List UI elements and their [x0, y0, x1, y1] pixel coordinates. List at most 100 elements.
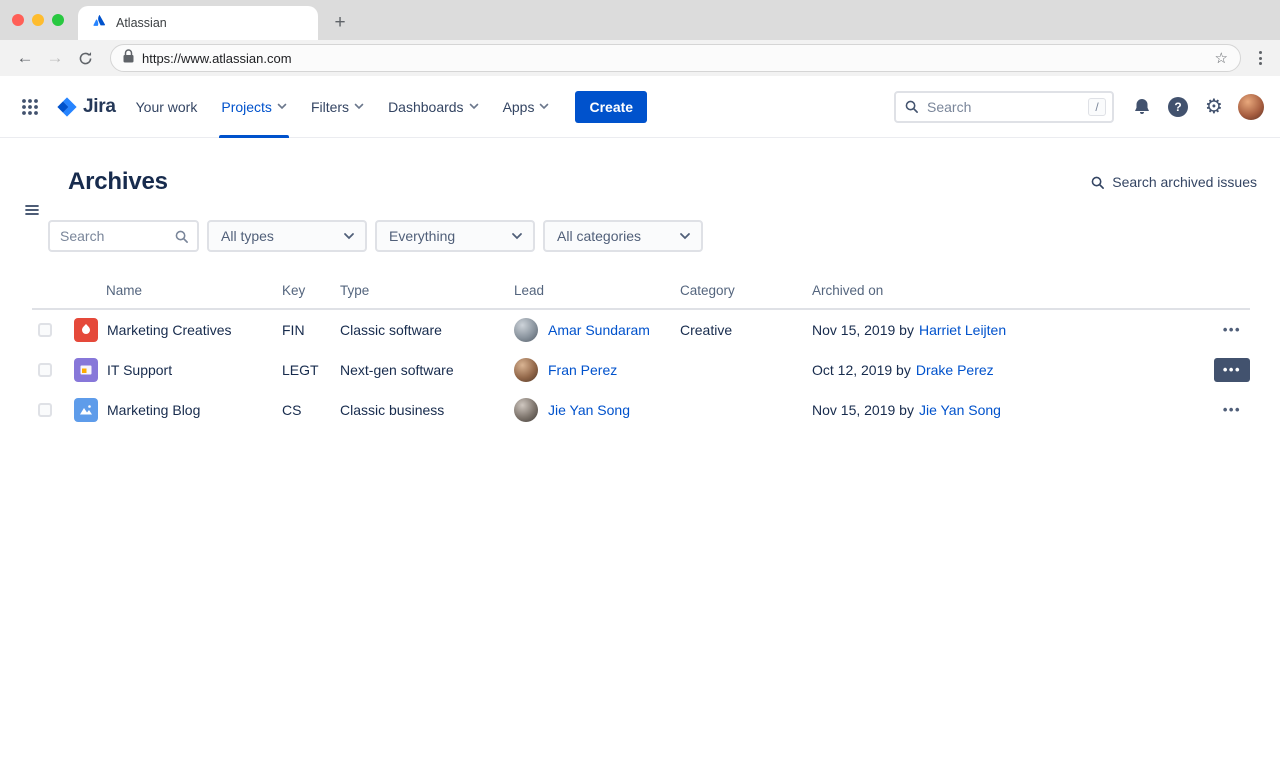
- browser-toolbar: ← → https://www.atlassian.com ☆: [0, 40, 1280, 76]
- bookmark-star-icon[interactable]: ☆: [1215, 49, 1228, 67]
- nav-filters[interactable]: Filters: [299, 76, 376, 138]
- project-icon: [74, 358, 98, 382]
- row-checkbox[interactable]: [38, 403, 52, 417]
- jira-top-nav: Jira Your work Projects Filters Dashboar…: [0, 76, 1280, 138]
- nav-apps[interactable]: Apps: [491, 76, 562, 138]
- search-archived-issues-link[interactable]: Search archived issues: [1090, 174, 1257, 190]
- project-type: Classic business: [340, 402, 514, 418]
- archived-by-link[interactable]: Jie Yan Song: [919, 402, 1001, 418]
- project-icon: [74, 398, 98, 422]
- back-button[interactable]: ←: [12, 45, 38, 71]
- scope-filter-dropdown[interactable]: Everything: [375, 220, 535, 252]
- archived-date: Nov 15, 2019 by: [812, 322, 914, 338]
- project-name[interactable]: Marketing Creatives: [107, 322, 232, 338]
- project-key: FIN: [282, 322, 340, 338]
- chevron-down-icon: [277, 103, 287, 110]
- refresh-button[interactable]: [72, 45, 98, 71]
- nav-your-work[interactable]: Your work: [124, 76, 210, 138]
- type-filter-dropdown[interactable]: All types: [207, 220, 367, 252]
- global-search-input[interactable]: [925, 98, 1082, 116]
- lock-icon: [123, 49, 134, 68]
- jira-logo[interactable]: Jira: [56, 96, 116, 118]
- more-actions-button[interactable]: [1214, 318, 1250, 341]
- page-header: Archives Search archived issues: [68, 168, 1257, 196]
- search-icon: [1090, 175, 1105, 190]
- lead-link[interactable]: Amar Sundaram: [548, 322, 650, 338]
- archived-by-link[interactable]: Drake Perez: [916, 362, 994, 378]
- filters-bar: All types Everything All categories: [48, 220, 1280, 252]
- lead-avatar: [514, 398, 538, 422]
- chevron-down-icon: [679, 232, 691, 240]
- browser-tab[interactable]: Atlassian: [78, 6, 318, 40]
- project-icon: [74, 318, 98, 342]
- archives-page: Archives Search archived issues All type…: [0, 168, 1280, 769]
- page-title: Archives: [68, 168, 168, 196]
- nav-utility-icons: ? ⚙: [1126, 91, 1230, 123]
- project-category: Creative: [680, 322, 812, 338]
- archived-on-cell: Nov 15, 2019 by Jie Yan Song: [812, 402, 1194, 418]
- lead-avatar: [514, 358, 538, 382]
- project-type: Classic software: [340, 322, 514, 338]
- chevron-down-icon: [354, 103, 364, 110]
- zoom-window-button[interactable]: [52, 14, 64, 26]
- row-checkbox[interactable]: [38, 323, 52, 337]
- column-header-name[interactable]: Name: [74, 283, 282, 298]
- project-key: CS: [282, 402, 340, 418]
- column-header-category[interactable]: Category: [680, 283, 812, 298]
- table-row[interactable]: IT Support LEGT Next-gen software Fran P…: [32, 350, 1250, 390]
- browser-menu-icon[interactable]: [1253, 45, 1268, 71]
- chevron-down-icon: [469, 103, 479, 110]
- column-header-key[interactable]: Key: [282, 283, 340, 298]
- notifications-bell-icon[interactable]: [1126, 91, 1158, 123]
- browser-window: Atlassian + ← → https://www.atlassian.co…: [0, 0, 1280, 739]
- profile-avatar[interactable]: [1238, 94, 1264, 120]
- row-checkbox[interactable]: [38, 363, 52, 377]
- url-text: https://www.atlassian.com: [142, 51, 1207, 66]
- create-button[interactable]: Create: [575, 91, 647, 123]
- new-tab-button[interactable]: +: [326, 9, 354, 37]
- forward-button[interactable]: →: [42, 45, 68, 71]
- project-type: Next-gen software: [340, 362, 514, 378]
- project-name[interactable]: IT Support: [107, 362, 172, 378]
- tab-strip: Atlassian +: [0, 0, 1280, 40]
- archived-on-cell: Nov 15, 2019 by Harriet Leijten: [812, 322, 1194, 338]
- lead-link[interactable]: Jie Yan Song: [548, 402, 630, 418]
- jira-logo-text: Jira: [83, 96, 116, 118]
- lead-avatar: [514, 318, 538, 342]
- address-bar[interactable]: https://www.atlassian.com ☆: [110, 44, 1241, 72]
- column-header-lead[interactable]: Lead: [514, 283, 680, 298]
- app-switcher-icon[interactable]: [14, 91, 46, 123]
- nav-projects[interactable]: Projects: [209, 76, 299, 138]
- archived-by-link[interactable]: Harriet Leijten: [919, 322, 1006, 338]
- table-header-row: Name Key Type Lead Category Archived on: [32, 272, 1250, 310]
- settings-gear-icon[interactable]: ⚙: [1198, 91, 1230, 123]
- help-icon[interactable]: ?: [1162, 91, 1194, 123]
- expand-sidebar-icon[interactable]: [25, 204, 39, 216]
- atlassian-favicon-icon: [92, 13, 107, 33]
- window-controls: [12, 14, 64, 26]
- category-filter-dropdown[interactable]: All categories: [543, 220, 703, 252]
- lead-link[interactable]: Fran Perez: [548, 362, 617, 378]
- global-search[interactable]: /: [894, 91, 1114, 123]
- search-shortcut-hint: /: [1088, 98, 1106, 116]
- archived-on-cell: Oct 12, 2019 by Drake Perez: [812, 362, 1194, 378]
- project-key: LEGT: [282, 362, 340, 378]
- search-icon: [174, 229, 189, 244]
- tab-title: Atlassian: [116, 16, 167, 30]
- column-header-type[interactable]: Type: [340, 283, 514, 298]
- table-row[interactable]: Marketing Blog CS Classic business Jie Y…: [32, 390, 1250, 430]
- archives-table: Name Key Type Lead Category Archived on …: [32, 272, 1250, 430]
- filter-search-input[interactable]: [58, 227, 168, 245]
- minimize-window-button[interactable]: [32, 14, 44, 26]
- chevron-down-icon: [539, 103, 549, 110]
- column-header-archived-on[interactable]: Archived on: [812, 283, 1194, 298]
- more-actions-button[interactable]: [1214, 398, 1250, 421]
- close-window-button[interactable]: [12, 14, 24, 26]
- more-actions-button[interactable]: [1214, 358, 1250, 381]
- chevron-down-icon: [511, 232, 523, 240]
- project-name[interactable]: Marketing Blog: [107, 402, 200, 418]
- filter-search[interactable]: [48, 220, 199, 252]
- table-row[interactable]: Marketing Creatives FIN Classic software…: [32, 310, 1250, 350]
- archived-date: Oct 12, 2019 by: [812, 362, 911, 378]
- nav-dashboards[interactable]: Dashboards: [376, 76, 491, 138]
